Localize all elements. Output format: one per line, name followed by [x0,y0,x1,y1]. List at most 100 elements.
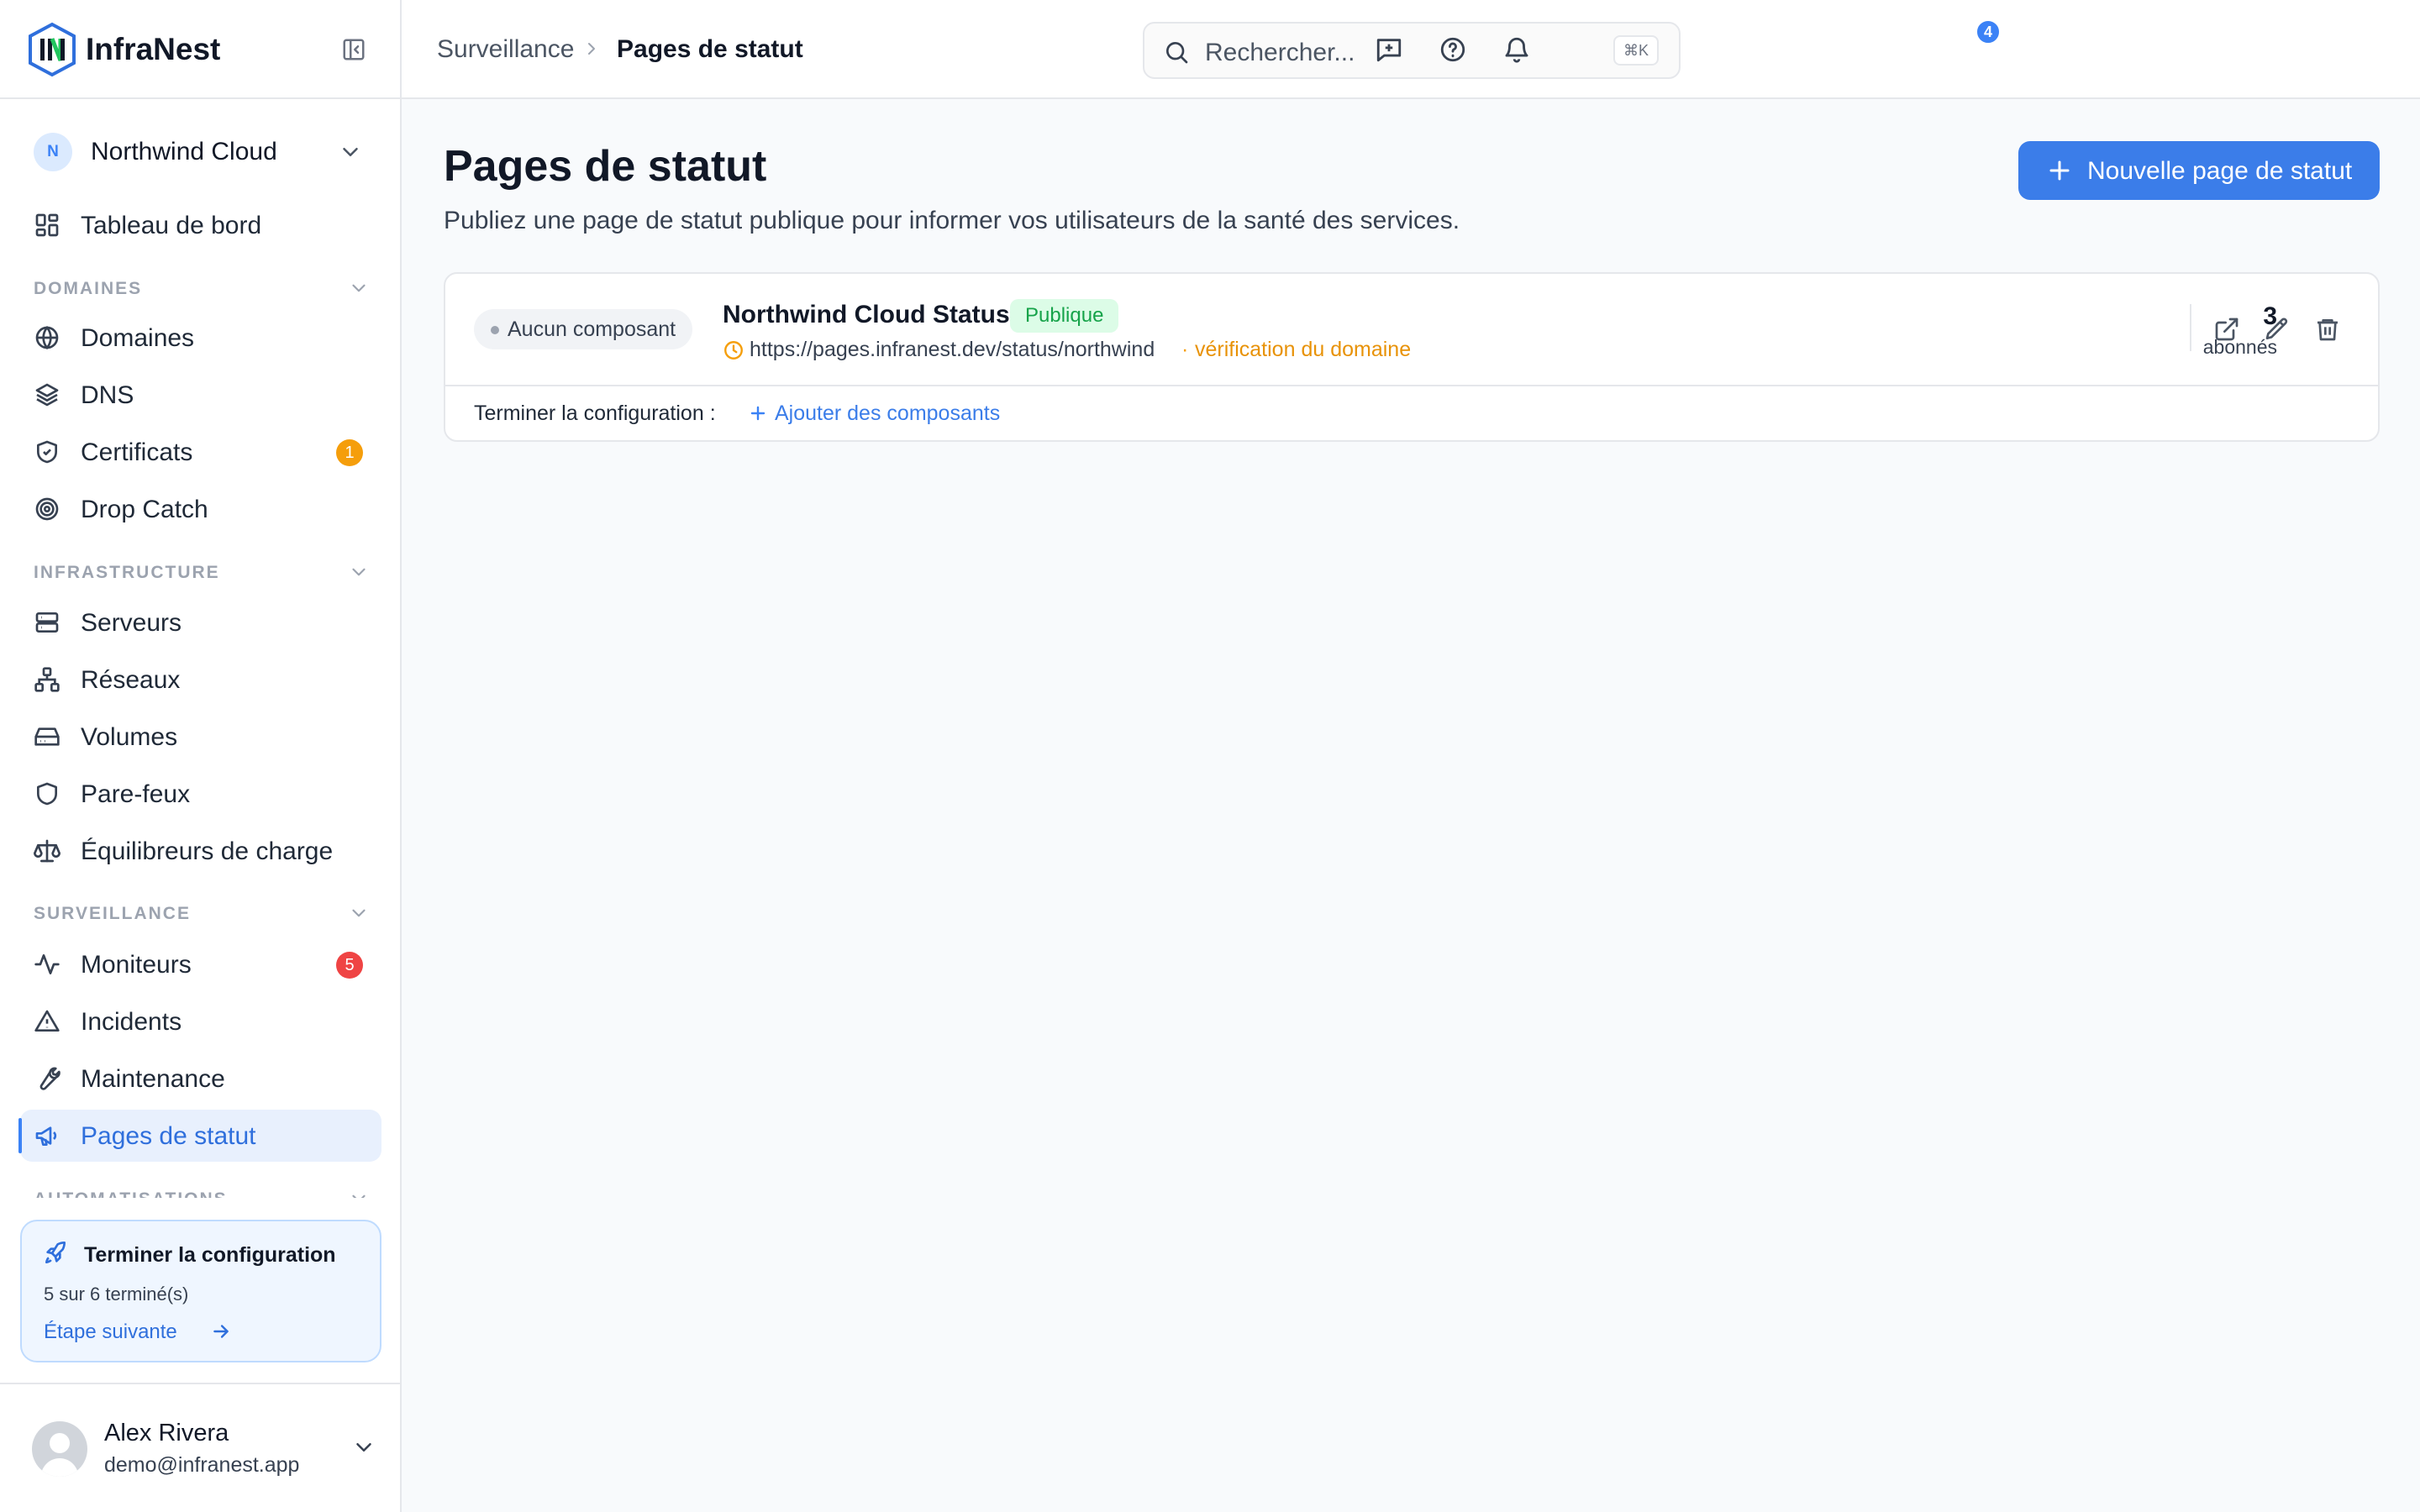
sidebar-item-drop-catch[interactable]: Drop Catch [20,483,381,535]
help-icon[interactable] [1439,35,1467,64]
monitors-count-badge: 5 [336,952,363,979]
status-page-card[interactable]: Aucun composant Northwind Cloud Status P… [444,272,2380,442]
bell-icon[interactable] [1502,35,1531,64]
section-title: DOMAINES [34,279,143,298]
sidebar-item-maintenance[interactable]: Maintenance [20,1053,381,1105]
search-placeholder: Rechercher... [1205,39,1355,66]
app-name: InfraNest [86,32,221,66]
section-title: AUTOMATISATIONS [34,1189,228,1198]
hard-drive-icon [34,727,60,746]
sidebar-item-reseaux[interactable]: Réseaux [20,654,381,706]
setup-next-link[interactable]: Étape suivante [44,1320,177,1344]
chevron-down-icon [343,148,358,156]
breadcrumb-surveillance[interactable]: Surveillance [437,35,574,64]
sidebar-item-label: Moniteurs [81,951,192,979]
status-page-name[interactable]: Northwind Cloud Status [723,301,1010,329]
divider [445,385,2378,386]
sidebar-item-serveurs[interactable]: Serveurs [20,596,381,648]
user-avatar-icon [40,1433,79,1477]
user-menu[interactable]: Alex Rivera demo@infranest.app [32,1415,376,1482]
sidebar-item-certificats[interactable]: Certificats 1 [20,426,381,478]
divider [0,1383,400,1384]
activity-icon [34,954,60,974]
sidebar-item-domaines[interactable]: Domaines [20,312,381,364]
sidebar-item-pare-feux[interactable]: Pare-feux [20,768,381,820]
feedback-icon[interactable] [1375,35,1403,64]
sidebar-item-moniteurs[interactable]: Moniteurs 5 [20,938,381,990]
sidebar-item-label: Drop Catch [81,496,208,523]
sidebar-nav[interactable]: Tableau de bord DOMAINES Domaines DNS Ce… [0,185,400,1198]
plus-icon [750,406,765,421]
certificates-count-badge: 1 [336,439,363,466]
sidebar-collapse-icon[interactable] [341,37,366,62]
megaphone-icon [35,1126,57,1146]
section-automatisations[interactable]: AUTOMATISATIONS [34,1186,370,1198]
add-components-link[interactable]: Ajouter des composants [775,402,1000,426]
logo-row: InfraNest [0,0,400,99]
dashboard-icon [35,213,59,237]
setup-progress-card[interactable]: Terminer la configuration 5 sur 6 termin… [20,1220,381,1362]
rocket-icon [45,1242,66,1263]
setup-title: Terminer la configuration [84,1243,336,1267]
domain-verification-status: vérification du domaine [1195,338,1412,361]
sidebar-item-volumes[interactable]: Volumes [20,711,381,763]
sidebar-item-label: Volumes [81,723,178,751]
section-infrastructure[interactable]: INFRASTRUCTURE [34,559,370,585]
search-shortcut: ⌘K [1612,35,1659,66]
setup-progress: 5 sur 6 terminé(s) [44,1284,189,1305]
org-name: Northwind Cloud [91,138,277,165]
new-status-page-button[interactable]: Nouvelle page de statut [2018,141,2380,200]
server-icon [35,612,59,633]
org-switcher[interactable]: N Northwind Cloud [34,131,370,173]
section-title: SURVEILLANCE [34,904,191,923]
trash-icon[interactable] [2314,316,2341,343]
url-separator: · [1181,338,1189,361]
sidebar-item-label: Pages de statut [81,1122,256,1150]
section-surveillance[interactable]: SURVEILLANCE [34,900,370,926]
sidebar-item-label: Serveurs [81,609,182,637]
sidebar-item-equilibreurs[interactable]: Équilibreurs de charge [20,825,381,877]
new-status-page-label: Nouvelle page de statut [2087,157,2353,185]
sidebar-item-label: Maintenance [81,1065,225,1093]
sidebar-item-label: Tableau de bord [81,212,262,239]
user-name: Alex Rivera [104,1420,229,1446]
edit-icon[interactable] [2264,316,2291,343]
page-subtitle: Publiez une page de statut publique pour… [444,207,1460,234]
arrow-right-icon [213,1325,229,1338]
sidebar-item-label: Pare-feux [81,780,191,808]
network-icon [34,667,60,692]
notification-count-badge: 4 [1975,18,2002,45]
sidebar-item-label: Incidents [81,1008,182,1036]
chevron-down-icon [352,568,366,576]
search-input[interactable]: Rechercher... ⌘K [1143,22,1681,79]
sidebar-item-label: DNS [81,381,134,409]
topbar: Surveillance Pages de statut Rechercher.… [402,0,2420,99]
sidebar-item-label: Domaines [81,324,195,352]
chevron-down-icon [352,1194,366,1198]
chevron-down-icon [352,284,366,292]
alert-triangle-icon [34,1010,60,1032]
org-avatar: N [34,133,72,171]
sidebar-item-incidents[interactable]: Incidents [20,995,381,1047]
visibility-badge: Publique [1010,299,1119,333]
sidebar-item-dashboard[interactable]: Tableau de bord [20,199,381,251]
sidebar: InfraNest N Northwind Cloud Tableau de b… [0,0,402,1512]
shield-check-icon [37,440,57,464]
user-email: demo@infranest.app [104,1453,300,1477]
section-title: INFRASTRUCTURE [34,563,220,582]
components-label: Aucun composant [508,317,676,341]
sidebar-item-dns[interactable]: DNS [20,369,381,421]
scale-icon [34,839,60,863]
status-dot [491,326,499,334]
breadcrumb-current: Pages de statut [617,35,803,63]
layers-icon [35,383,59,407]
external-link-icon[interactable] [2213,316,2240,343]
page-title: Pages de statut [444,142,767,191]
globe-icon [35,325,59,350]
status-page-url[interactable]: https://pages.infranest.dev/status/north… [750,338,1155,362]
chevron-right-icon [588,43,595,55]
target-icon [35,497,59,521]
section-domaines[interactable]: DOMAINES [34,276,370,301]
sidebar-item-pages-de-statut[interactable]: Pages de statut [18,1110,381,1162]
infranest-logo-icon[interactable] [27,22,77,77]
